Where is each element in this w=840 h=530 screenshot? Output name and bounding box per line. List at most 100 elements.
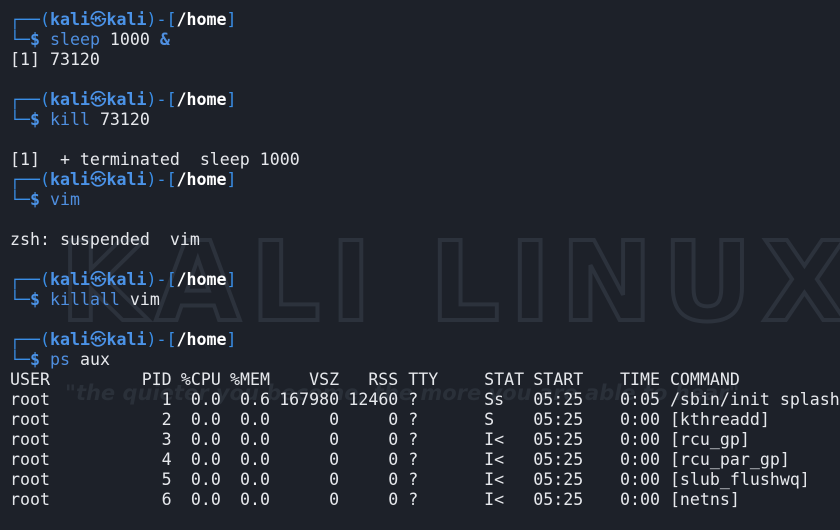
- ps-cell-user: root: [10, 410, 50, 429]
- command-line[interactable]: └─$ sleep 1000 &: [10, 30, 840, 50]
- ps-cell-command: [netns]: [669, 490, 740, 509]
- prompt-frame-open: ┌──(: [10, 170, 50, 189]
- ps-cell-rss: 0: [388, 410, 399, 429]
- command-output: [10, 70, 840, 90]
- prompt-frame-mid: )-[: [146, 330, 177, 349]
- ps-cell-command: [rcu_par_gp]: [669, 450, 790, 469]
- prompt-host: kali: [106, 90, 147, 109]
- prompt-corner: └─: [10, 110, 30, 129]
- prompt-header: ┌──(kali㉿kali)-[/home]: [10, 330, 840, 350]
- table-row: root 6 0.0 0.0 0 0? I< 05:25 0:00 [netns]: [10, 490, 840, 510]
- ps-cell-stat: I<: [484, 470, 505, 489]
- ps-cell-command: [kthreadd]: [669, 410, 770, 429]
- ps-cell-cpu: 0.0: [190, 470, 221, 489]
- command-output: [10, 210, 840, 230]
- command-name: killall: [49, 290, 120, 309]
- prompt-frame-open: ┌──(: [10, 270, 50, 289]
- ps-cell-time: 0:00: [619, 470, 660, 489]
- ps-cell-vsz: 0: [329, 490, 340, 509]
- ps-cell-user: root: [10, 430, 50, 449]
- prompt-frame-mid: )-[: [146, 10, 177, 29]
- prompt-frame-close: ]: [226, 10, 237, 29]
- ps-cell-user: root: [10, 490, 50, 509]
- ps-cell-mem: 0.0: [240, 450, 270, 469]
- prompt-header: ┌──(kali㉿kali)-[/home]: [10, 170, 840, 190]
- prompt-skull-icon: ㉿: [89, 170, 107, 189]
- prompt-header: ┌──(kali㉿kali)-[/home]: [10, 270, 840, 290]
- ps-header-start: START: [533, 370, 584, 389]
- prompt-user: kali: [49, 270, 90, 289]
- prompt-corner: └─: [10, 190, 30, 209]
- ps-cell-cpu: 0.0: [190, 450, 221, 469]
- ps-cell-cpu: 0.0: [190, 430, 221, 449]
- prompt-frame-open: ┌──(: [10, 90, 50, 109]
- ps-cell-user: root: [10, 450, 50, 469]
- ps-cell-start: 05:25: [533, 430, 584, 449]
- ps-cell-mem: 0.0: [240, 430, 270, 449]
- ps-cell-pid: 1: [161, 390, 172, 409]
- command-output: [10, 310, 840, 330]
- prompt-skull-icon: ㉿: [89, 330, 107, 349]
- ps-header-vsz: VSZ: [309, 370, 340, 389]
- prompt-frame-mid: )-[: [146, 90, 177, 109]
- prompt-skull-icon: ㉿: [89, 90, 107, 109]
- ps-aux-table: USER PID %CPU %MEM VSZ RSS TTY STAT START TIME COM…: [10, 370, 840, 510]
- ps-cell-tty: ?: [408, 390, 419, 409]
- ps-cell-user: root: [10, 470, 50, 489]
- prompt-dollar: $: [29, 290, 40, 309]
- ps-cell-mem: 0.0: [240, 470, 270, 489]
- prompt-user: kali: [49, 330, 90, 349]
- prompt-host: kali: [106, 170, 147, 189]
- ps-cell-time: 0:00: [619, 430, 660, 449]
- prompt-path: /home: [176, 10, 227, 29]
- prompt-header: ┌──(kali㉿kali)-[/home]: [10, 10, 840, 30]
- terminal-output: ┌──(kali㉿kali)-[/home] └─$ sleep 1000 & [1…: [10, 10, 840, 510]
- prompt-host: kali: [106, 330, 147, 349]
- table-row: root 1 0.0 0.6 167980 12460? Ss 05:25 0:05/sbin/…: [10, 390, 840, 410]
- command-line[interactable]: └─$ vim: [10, 190, 840, 210]
- prompt-frame-mid: )-[: [146, 170, 177, 189]
- ps-cell-rss: 0: [388, 450, 399, 469]
- ps-header-mem: %MEM: [230, 370, 270, 389]
- ps-cell-time: 0:00: [619, 490, 660, 509]
- ps-cell-mem: 0.0: [240, 410, 270, 429]
- prompt-frame-close: ]: [226, 270, 237, 289]
- prompt-path: /home: [176, 170, 227, 189]
- prompt-corner: └─: [10, 30, 30, 49]
- command-line[interactable]: └─$ ps aux: [10, 350, 840, 370]
- command-output: [1] + terminated sleep 1000: [10, 150, 300, 169]
- command-line[interactable]: └─$ kill 73120: [10, 110, 840, 130]
- prompt-host: kali: [106, 10, 147, 29]
- command-line[interactable]: └─$ killall vim: [10, 290, 840, 310]
- ps-cell-start: 05:25: [533, 410, 584, 429]
- ps-cell-vsz: 0: [329, 450, 340, 469]
- ps-cell-command: [slub_flushwq]: [669, 470, 810, 489]
- ps-cell-vsz: 0: [329, 410, 340, 429]
- ps-cell-rss: 0: [388, 430, 399, 449]
- ps-cell-pid: 4: [161, 450, 172, 469]
- command-background-operator: &: [159, 30, 170, 49]
- ps-cell-cpu: 0.0: [190, 390, 221, 409]
- ps-header-command: COMMAND: [669, 370, 740, 389]
- prompt-user: kali: [49, 10, 90, 29]
- terminal-window[interactable]: KALI LINUX "the quieter you become, the …: [0, 0, 840, 530]
- prompt-skull-icon: ㉿: [89, 270, 107, 289]
- ps-header-stat: STAT: [484, 370, 525, 389]
- ps-header-rss: RSS: [368, 370, 399, 389]
- prompt-dollar: $: [29, 350, 40, 369]
- command-args: 1000: [99, 30, 160, 49]
- command-output: zsh: suspended vim: [10, 230, 200, 249]
- prompt-frame-open: ┌──(: [10, 330, 50, 349]
- ps-cell-time: 0:00: [619, 450, 660, 469]
- ps-cell-tty: ?: [408, 430, 419, 449]
- prompt-host: kali: [106, 270, 147, 289]
- ps-cell-mem: 0.0: [240, 490, 270, 509]
- ps-cell-stat: I<: [484, 430, 505, 449]
- ps-cell-start: 05:25: [533, 470, 584, 489]
- command-args: 73120: [89, 110, 150, 129]
